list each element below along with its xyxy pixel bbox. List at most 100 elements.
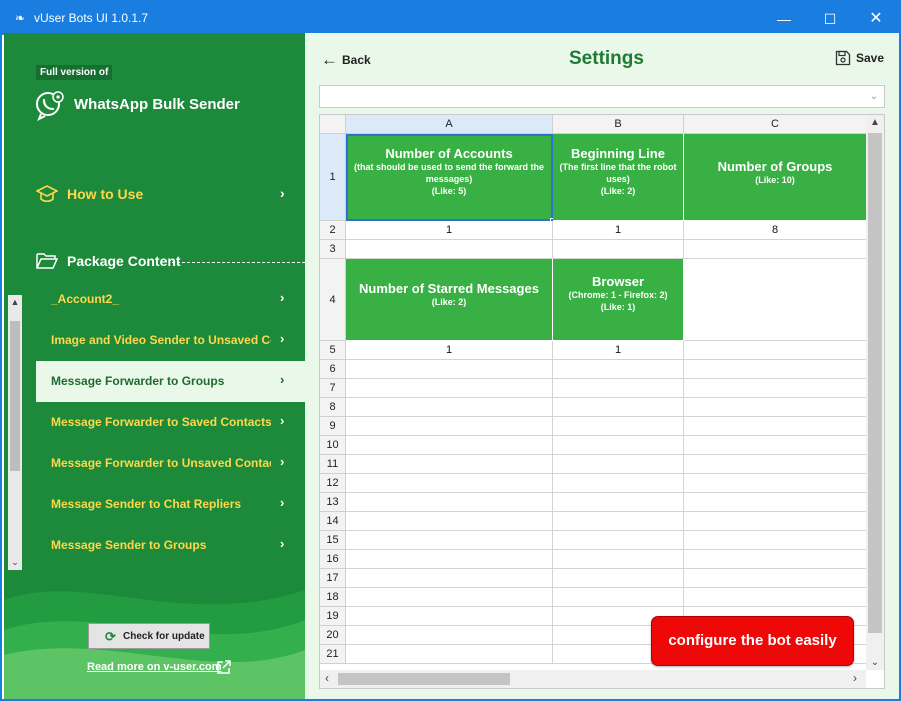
empty-cell[interactable] — [346, 379, 553, 398]
empty-cell[interactable] — [684, 455, 867, 474]
sidebar-scrollbar[interactable]: ▲ ⌄ — [8, 295, 22, 570]
empty-cell[interactable] — [346, 512, 553, 531]
empty-cell[interactable] — [684, 493, 867, 512]
row-header[interactable]: 18 — [320, 588, 346, 607]
empty-cell[interactable] — [684, 512, 867, 531]
empty-cell[interactable] — [346, 398, 553, 417]
empty-cell[interactable] — [684, 588, 867, 607]
empty-cell[interactable] — [684, 398, 867, 417]
row-header[interactable]: 4 — [320, 259, 346, 341]
cell-c4[interactable] — [684, 259, 867, 341]
row-header[interactable]: 6 — [320, 360, 346, 379]
check-for-update-button[interactable]: ⟳ Check for update — [88, 623, 210, 649]
empty-cell[interactable] — [346, 531, 553, 550]
column-header-a[interactable]: A — [346, 115, 553, 134]
empty-cell[interactable] — [346, 588, 553, 607]
scroll-up-icon[interactable]: ▲ — [8, 297, 22, 307]
scroll-down-icon[interactable]: ⌄ — [866, 657, 884, 668]
empty-cell[interactable] — [553, 550, 684, 569]
package-item[interactable]: Message Sender to Chat Repliers › — [36, 484, 305, 525]
empty-cell[interactable] — [346, 474, 553, 493]
chevron-down-icon[interactable]: ⌄ — [866, 88, 882, 105]
empty-cell[interactable] — [346, 626, 553, 645]
empty-cell[interactable] — [553, 512, 684, 531]
scrollbar-thumb[interactable] — [868, 133, 882, 633]
empty-cell[interactable] — [684, 474, 867, 493]
row-header[interactable]: 15 — [320, 531, 346, 550]
cell-b3[interactable] — [553, 240, 684, 259]
row-header[interactable]: 13 — [320, 493, 346, 512]
package-item[interactable]: Image and Video Sender to Unsaved Conta … — [36, 320, 305, 361]
read-more-link[interactable]: Read more on v-user.com — [87, 661, 222, 673]
cell-b5[interactable]: 1 — [553, 341, 684, 360]
row-header[interactable]: 20 — [320, 626, 346, 645]
how-to-use-menu[interactable]: How to Use › — [4, 179, 305, 209]
select-all-corner[interactable] — [320, 115, 346, 134]
cell-a4-number-of-starred-messages[interactable]: Number of Starred Messages (Like: 2) — [346, 259, 553, 341]
scroll-right-icon[interactable]: › — [853, 671, 857, 685]
empty-cell[interactable] — [553, 569, 684, 588]
cell-c1-number-of-groups[interactable]: Number of Groups (Like: 10) — [684, 134, 867, 221]
row-header[interactable]: 3 — [320, 240, 346, 259]
empty-cell[interactable] — [553, 588, 684, 607]
empty-cell[interactable] — [346, 455, 553, 474]
row-header[interactable]: 7 — [320, 379, 346, 398]
scroll-left-icon[interactable]: ‹ — [325, 671, 329, 685]
cell-c5[interactable] — [684, 341, 867, 360]
empty-cell[interactable] — [346, 607, 553, 626]
empty-cell[interactable] — [553, 436, 684, 455]
empty-cell[interactable] — [346, 493, 553, 512]
settings-spreadsheet[interactable]: A B C 1 2 3 4 5 6 7 8 9 10 11 12 13 14 1… — [319, 114, 885, 689]
empty-cell[interactable] — [553, 474, 684, 493]
row-header[interactable]: 9 — [320, 417, 346, 436]
empty-cell[interactable] — [553, 417, 684, 436]
cell-b2[interactable]: 1 — [553, 221, 684, 240]
column-header-b[interactable]: B — [553, 115, 684, 134]
empty-cell[interactable] — [684, 550, 867, 569]
empty-cell[interactable] — [346, 645, 553, 664]
empty-cell[interactable] — [346, 436, 553, 455]
grid-horizontal-scrollbar[interactable]: ‹ › — [320, 670, 866, 688]
row-header[interactable]: 14 — [320, 512, 346, 531]
package-item[interactable]: Message Sender to Groups › — [36, 525, 305, 566]
external-link-icon[interactable] — [216, 659, 232, 675]
empty-cell[interactable] — [553, 455, 684, 474]
cell-b4-browser[interactable]: Browser (Chrome: 1 - Firefox: 2) (Like: … — [553, 259, 684, 341]
sheet-select-dropdown[interactable]: ⌄ — [319, 85, 885, 108]
row-header[interactable]: 10 — [320, 436, 346, 455]
close-button[interactable]: ✕ — [853, 6, 899, 32]
row-header[interactable]: 12 — [320, 474, 346, 493]
empty-cell[interactable] — [553, 493, 684, 512]
back-button[interactable]: ← Back — [321, 50, 371, 70]
empty-cell[interactable] — [553, 360, 684, 379]
grid-vertical-scrollbar[interactable]: ▲ ⌄ — [866, 115, 884, 670]
row-header[interactable]: 1 — [320, 134, 346, 221]
empty-cell[interactable] — [684, 531, 867, 550]
empty-cell[interactable] — [684, 569, 867, 588]
cell-a3[interactable] — [346, 240, 553, 259]
row-header[interactable]: 21 — [320, 645, 346, 664]
row-header[interactable]: 8 — [320, 398, 346, 417]
empty-cell[interactable] — [346, 417, 553, 436]
row-header[interactable]: 5 — [320, 341, 346, 360]
empty-cell[interactable] — [553, 379, 684, 398]
package-item[interactable]: _Account2_ › — [36, 283, 305, 320]
cell-a5[interactable]: 1 — [346, 341, 553, 360]
scroll-up-icon[interactable]: ▲ — [866, 117, 884, 128]
empty-cell[interactable] — [346, 569, 553, 588]
package-item[interactable]: Message Forwarder to Saved Contacts › — [36, 402, 305, 443]
cell-c2[interactable]: 8 — [684, 221, 867, 240]
scrollbar-thumb[interactable] — [10, 321, 20, 471]
cell-b1-beginning-line[interactable]: Beginning Line (The first line that the … — [553, 134, 684, 221]
package-item-active[interactable]: Message Forwarder to Groups › — [36, 361, 305, 402]
scroll-down-icon[interactable]: ⌄ — [8, 557, 22, 568]
row-header[interactable]: 2 — [320, 221, 346, 240]
package-item[interactable]: Message Forwarder to Unsaved Contacts › — [36, 443, 305, 484]
row-header[interactable]: 19 — [320, 607, 346, 626]
row-header[interactable]: 16 — [320, 550, 346, 569]
empty-cell[interactable] — [684, 436, 867, 455]
cell-a1-number-of-accounts[interactable]: Number of Accounts (that should be used … — [346, 134, 553, 221]
cell-c3[interactable] — [684, 240, 867, 259]
maximize-button[interactable]: ☐ — [807, 6, 853, 32]
minimize-button[interactable]: — — [761, 6, 807, 32]
